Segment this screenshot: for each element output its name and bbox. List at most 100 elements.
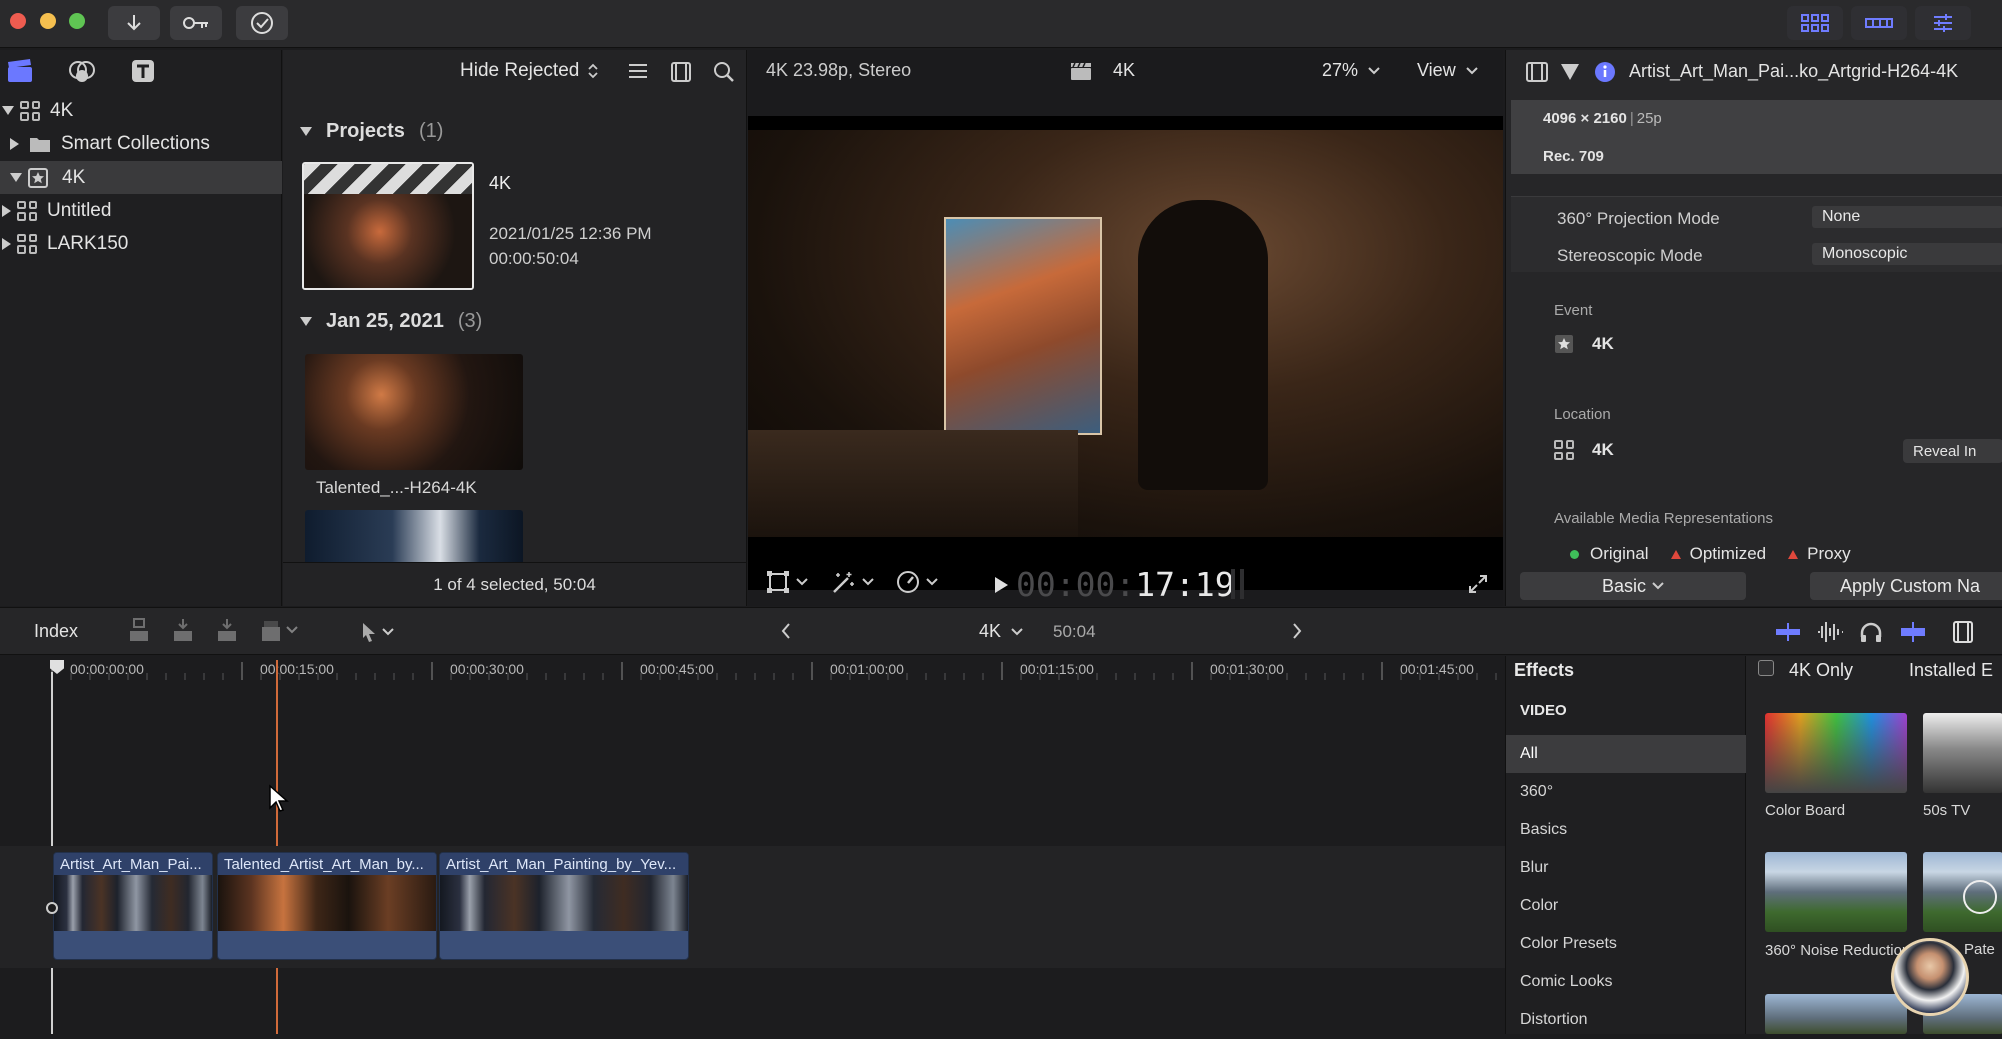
clapper-stripes — [304, 164, 472, 194]
clip-appearance-icon[interactable] — [1774, 622, 1802, 642]
effects-category-blur[interactable]: Blur — [1506, 849, 1746, 887]
effects-browser: Effects 4K Only Installed E VIDEO All 36… — [1505, 656, 2002, 1034]
play-button[interactable] — [993, 576, 1009, 594]
disclosure-triangle-icon[interactable] — [10, 173, 22, 182]
transform-button[interactable] — [766, 570, 808, 594]
effect-thumbnail-50s-tv[interactable] — [1923, 713, 2002, 793]
timeline-ruler[interactable]: 00:00:00:00 00:00:15:00 00:00:30:00 00:00:4… — [0, 656, 1505, 686]
disclosure-triangle-icon[interactable] — [10, 137, 19, 150]
enhance-button[interactable] — [830, 570, 874, 594]
title-toolbar — [0, 0, 2002, 48]
mouse-cursor-icon — [269, 784, 289, 812]
transform-icon — [767, 571, 789, 593]
retime-button[interactable] — [896, 570, 938, 594]
photos-audio-tab[interactable] — [68, 58, 96, 84]
zoom-window-button[interactable] — [69, 13, 85, 29]
timeline-layout-button[interactable] — [1851, 6, 1907, 40]
info-icon[interactable] — [1594, 61, 1616, 83]
audio-meter-left — [1231, 569, 1235, 599]
keywords-button[interactable] — [170, 6, 222, 40]
audio-waveform-icon[interactable] — [1816, 620, 1844, 644]
titles-generators-tab[interactable] — [130, 58, 158, 84]
back-arrow-icon[interactable] — [780, 622, 792, 640]
timeline-index-button[interactable]: Index — [34, 621, 78, 642]
titles-icon — [132, 60, 154, 82]
effects-browser-icon[interactable] — [1953, 621, 1973, 643]
library-grid-icon — [20, 100, 40, 121]
chevron-down-icon — [286, 626, 298, 634]
4k-only-checkbox[interactable] — [1758, 660, 1774, 676]
connection-point — [46, 902, 58, 914]
disclosure-triangle-icon[interactable] — [2, 204, 11, 217]
clip-appearance-button[interactable] — [670, 61, 692, 83]
append-edit-icon[interactable] — [216, 617, 238, 643]
effects-category-comic-looks[interactable]: Comic Looks — [1506, 963, 1746, 1001]
effects-category-basics[interactable]: Basics — [1506, 811, 1746, 849]
libraries-tab[interactable] — [6, 58, 34, 84]
library-item-lark150[interactable]: LARK150 — [0, 227, 282, 260]
import-button[interactable] — [108, 6, 160, 40]
installed-effects-popup[interactable]: Installed E — [1909, 660, 1993, 681]
optimized-warning-icon — [1670, 549, 1681, 559]
effects-category-color[interactable]: Color — [1506, 887, 1746, 925]
timeline-project-popup[interactable]: 4K — [979, 621, 1023, 642]
disclosure-triangle-icon[interactable] — [2, 237, 11, 250]
effects-category-all[interactable]: All — [1506, 735, 1746, 773]
inspector-layout-button[interactable] — [1915, 6, 1971, 40]
clip-filter-popup[interactable]: Hide Rejected — [460, 60, 599, 82]
clip-thumbnail-talented[interactable] — [305, 354, 523, 470]
headphones-icon[interactable] — [1859, 621, 1883, 643]
arrow-tool-icon — [363, 623, 375, 642]
projection-mode-popup[interactable]: None — [1812, 206, 2002, 228]
clip-thumbnail-artist[interactable] — [305, 510, 523, 566]
clip-name: Talented_...-H264-4K — [316, 478, 477, 497]
updown-chevron-icon — [588, 63, 598, 79]
apply-custom-name-button[interactable]: Apply Custom Na — [1810, 572, 2002, 600]
connect-edit-icon[interactable] — [128, 617, 150, 643]
snapping-icon[interactable] — [1899, 621, 1927, 643]
library-item-untitled[interactable]: Untitled — [0, 194, 282, 227]
color-inspector-icon[interactable] — [1560, 63, 1580, 81]
library-item-smart-collections[interactable]: Smart Collections — [0, 127, 282, 160]
disclosure-triangle-icon[interactable] — [2, 106, 14, 115]
basic-metadata-popup[interactable]: Basic — [1520, 572, 1746, 600]
view-popup[interactable]: View — [1417, 60, 1478, 81]
library-item-4k[interactable]: 4K — [0, 94, 282, 127]
video-canvas[interactable] — [748, 116, 1503, 590]
tool-select-popup[interactable] — [360, 621, 394, 643]
video-inspector-icon[interactable] — [1526, 62, 1548, 82]
list-view-button[interactable] — [627, 62, 649, 82]
timecode-display[interactable]: 00:00: 17:19 — [1016, 565, 1235, 604]
minimize-window-button[interactable] — [40, 13, 56, 29]
close-window-button[interactable] — [10, 13, 26, 29]
forward-arrow-icon[interactable] — [1291, 622, 1303, 640]
timeline-clip[interactable]: Artist_Art_Man_Painting_by_Yev... — [439, 852, 689, 960]
zoom-popup[interactable]: 27% — [1322, 60, 1380, 81]
overwrite-edit-button[interactable] — [260, 617, 298, 643]
library-item-event-4k[interactable]: 4K — [0, 161, 282, 194]
speedometer-icon — [897, 571, 919, 593]
reveal-in-button[interactable]: Reveal In — [1903, 439, 2002, 463]
fullscreen-button[interactable] — [1468, 574, 1488, 594]
effect-thumbnail[interactable] — [1765, 994, 1907, 1034]
effects-category-color-presets[interactable]: Color Presets — [1506, 925, 1746, 963]
timeline-clip[interactable]: Talented_Artist_Art_Man_by... — [217, 852, 437, 960]
search-button[interactable] — [713, 61, 735, 83]
browser-layout-button[interactable] — [1787, 6, 1843, 40]
viewer-format: 4K 23.98p, Stereo — [766, 60, 912, 80]
effect-thumbnail-color-board[interactable] — [1765, 713, 1907, 793]
date-section-header[interactable]: Jan 25, 2021 (3) — [300, 310, 482, 333]
timeline-clip[interactable]: Artist_Art_Man_Pai... — [53, 852, 213, 960]
presenter-avatar — [1891, 938, 1969, 1016]
timeline[interactable] — [0, 656, 1505, 1034]
project-thumbnail[interactable] — [302, 162, 474, 290]
effects-category-360[interactable]: 360° — [1506, 773, 1746, 811]
effect-thumbnail-360-noise-reduction[interactable] — [1765, 852, 1907, 932]
disclosure-triangle-icon — [300, 317, 312, 326]
background-tasks-button[interactable] — [236, 6, 288, 40]
stereoscopic-mode-popup[interactable]: Monoscopic — [1812, 243, 2002, 265]
import-icon — [127, 15, 141, 31]
effects-category-distortion[interactable]: Distortion — [1506, 1001, 1746, 1039]
insert-edit-icon[interactable] — [172, 617, 194, 643]
projects-section-header[interactable]: Projects (1) — [300, 120, 443, 143]
